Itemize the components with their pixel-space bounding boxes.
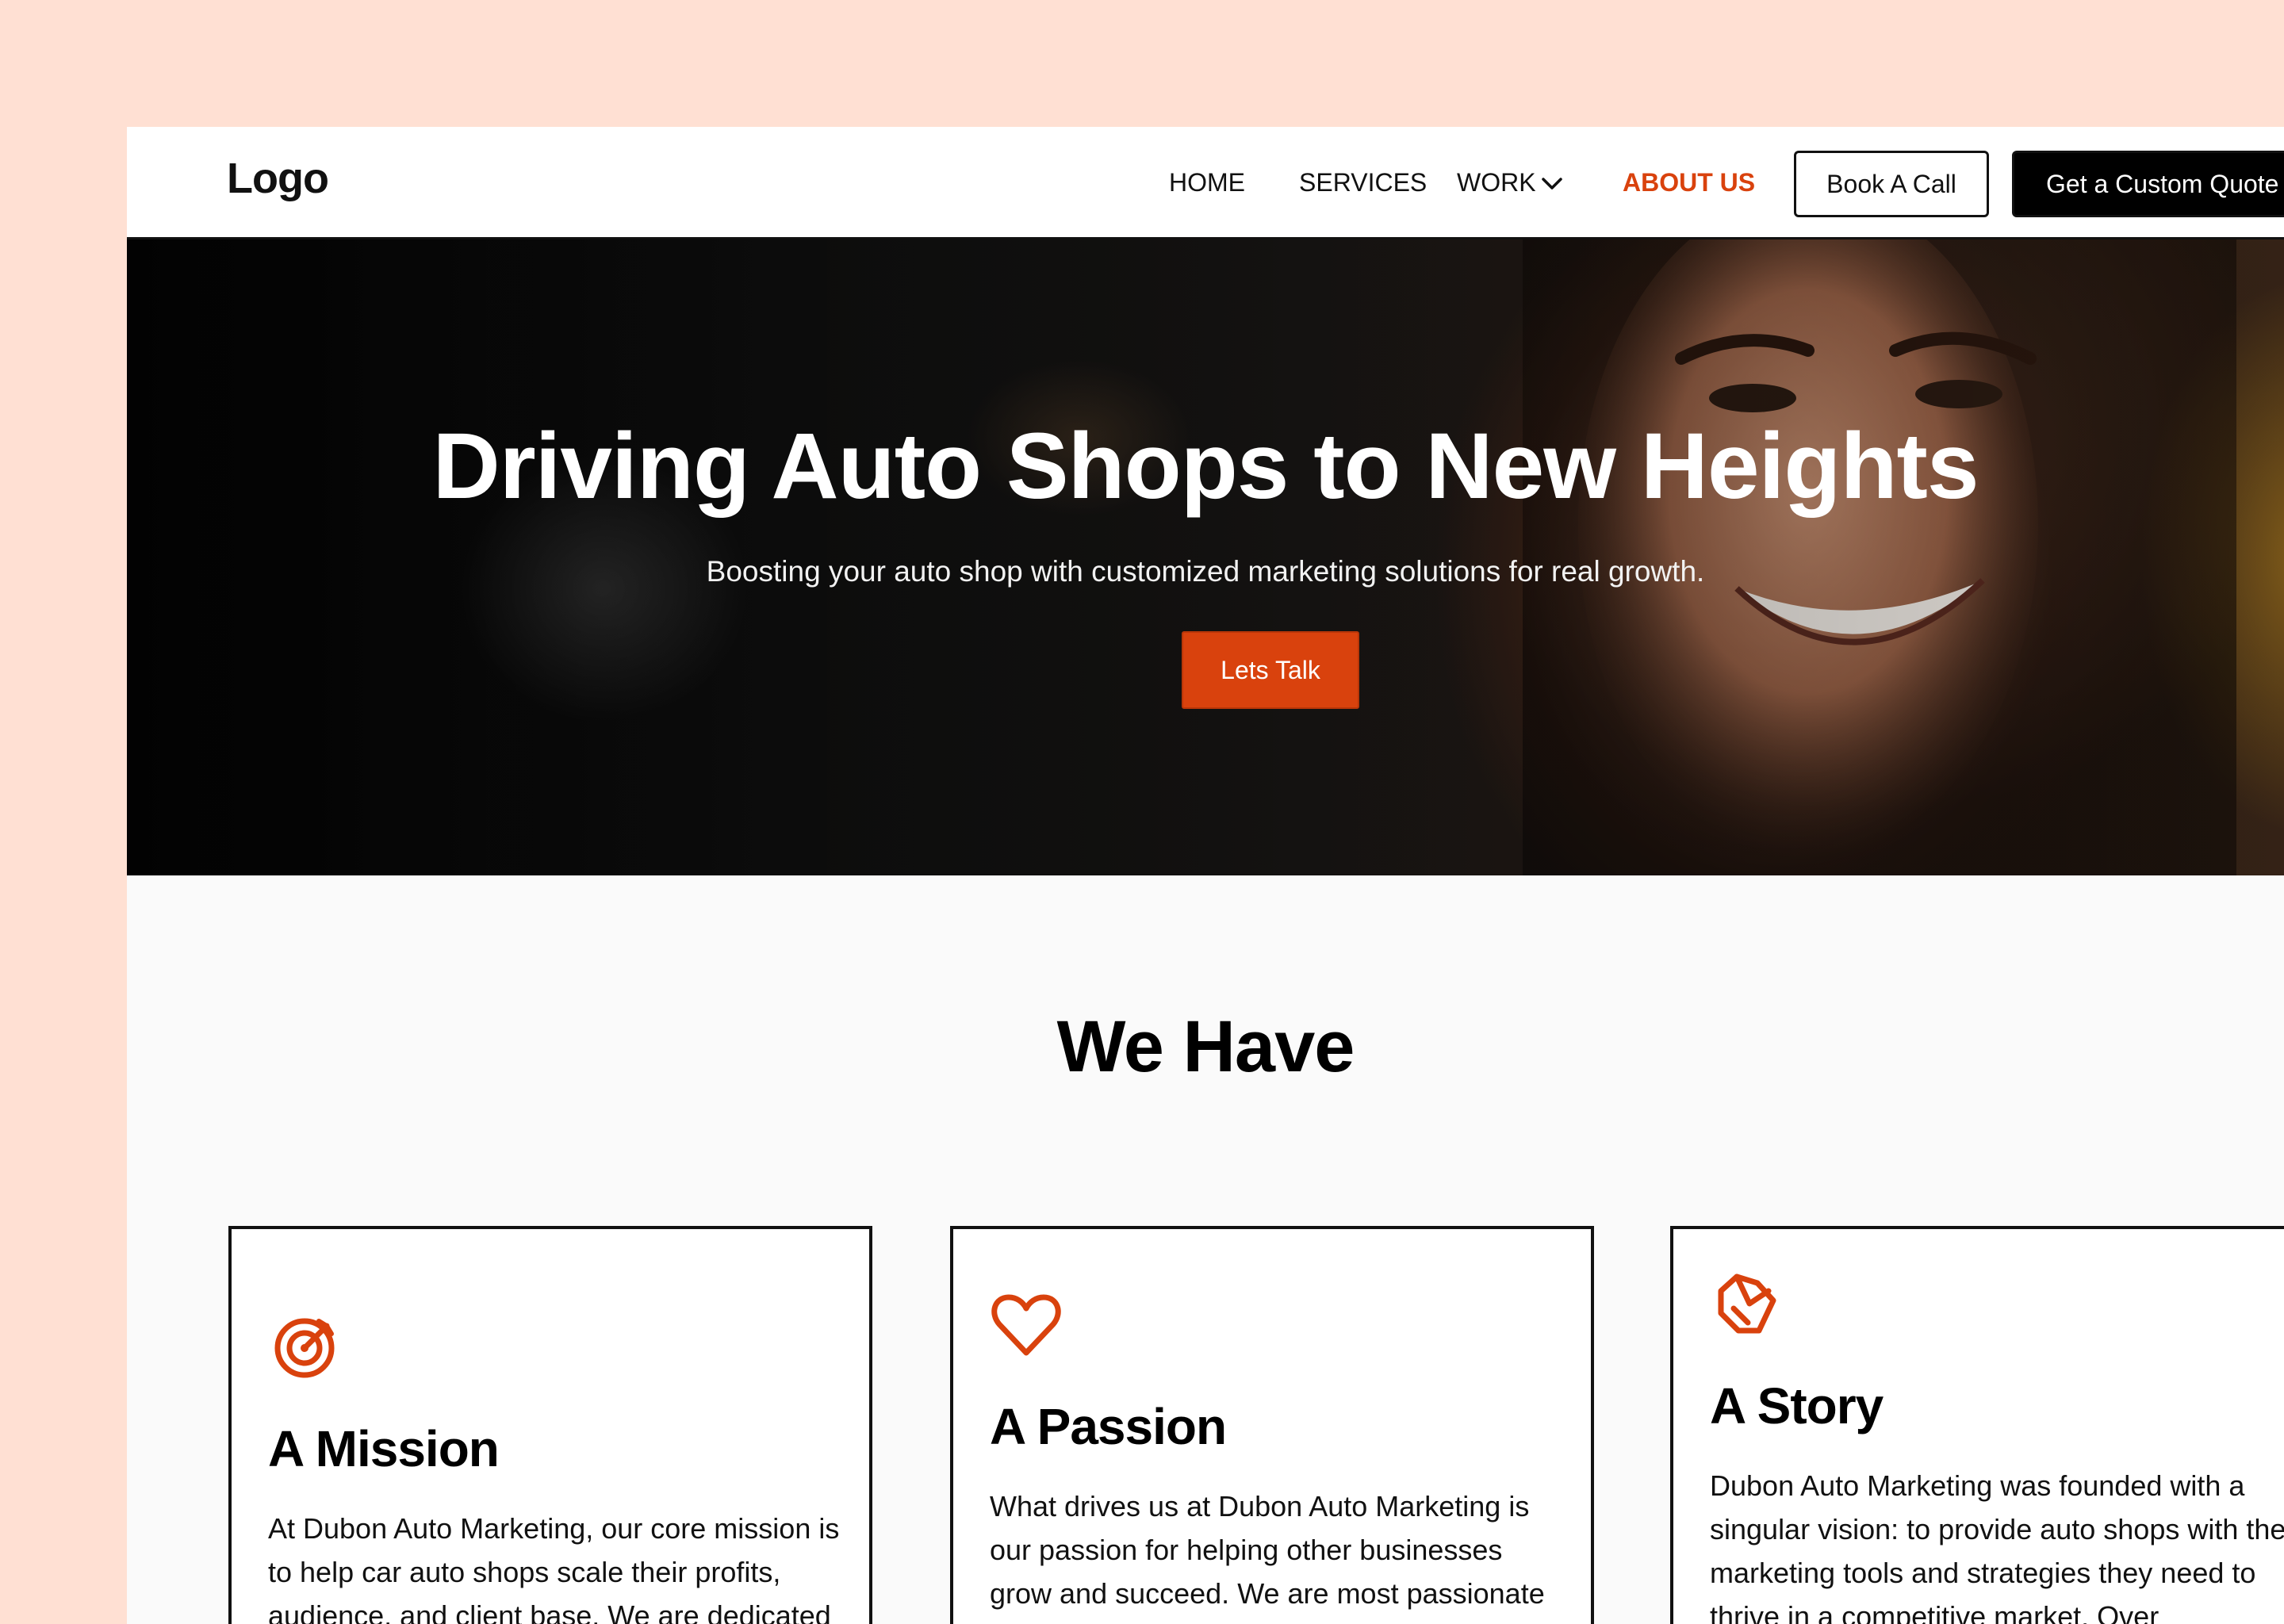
browser-frame: Logo HOME SERVICES WORK ABOUT US Book A …	[127, 127, 2284, 1624]
nav-about-us-link[interactable]: ABOUT US	[1623, 168, 1755, 197]
card-title: A Story	[1710, 1377, 1884, 1434]
card-title: A Mission	[268, 1420, 500, 1477]
hero-subtitle: Boosting your auto shop with customized …	[706, 555, 1705, 588]
card-text: What drives us at Dubon Auto Marketing i…	[990, 1490, 1545, 1610]
nav-home-link[interactable]: HOME	[1169, 168, 1245, 197]
lets-talk-button[interactable]: Lets Talk	[1182, 631, 1359, 709]
card-title: A Passion	[990, 1398, 1227, 1455]
custom-quote-button[interactable]: Get a Custom Quote	[2012, 151, 2284, 217]
chevron-down-icon[interactable]	[1539, 171, 1565, 195]
mission-card: A Mission At Dubon Auto Marketing, our c…	[228, 1226, 872, 1624]
card-text: Dubon Auto Marketing was founded with a …	[1710, 1469, 2284, 1624]
handshake-icon	[1718, 1274, 1776, 1334]
nav-work-link[interactable]: WORK	[1457, 168, 1536, 197]
card-text: At Dubon Auto Marketing, our core missio…	[268, 1512, 840, 1624]
target-icon	[274, 1318, 335, 1378]
section-title: We Have	[1056, 1006, 1355, 1087]
logo[interactable]: Logo	[227, 154, 329, 203]
hero-title: Driving Auto Shops to New Heights	[432, 414, 1979, 519]
top-navigation: Logo HOME SERVICES WORK ABOUT US Book A …	[127, 127, 2284, 239]
passion-card: A Passion What drives us at Dubon Auto M…	[950, 1226, 1594, 1624]
story-card: A Story Dubon Auto Marketing was founded…	[1670, 1226, 2284, 1624]
nav-services-link[interactable]: SERVICES	[1299, 168, 1427, 197]
book-a-call-button[interactable]: Book A Call	[1794, 151, 1989, 217]
heart-icon	[991, 1294, 1061, 1356]
hero-banner: Driving Auto Shops to New Heights Boosti…	[127, 239, 2284, 875]
